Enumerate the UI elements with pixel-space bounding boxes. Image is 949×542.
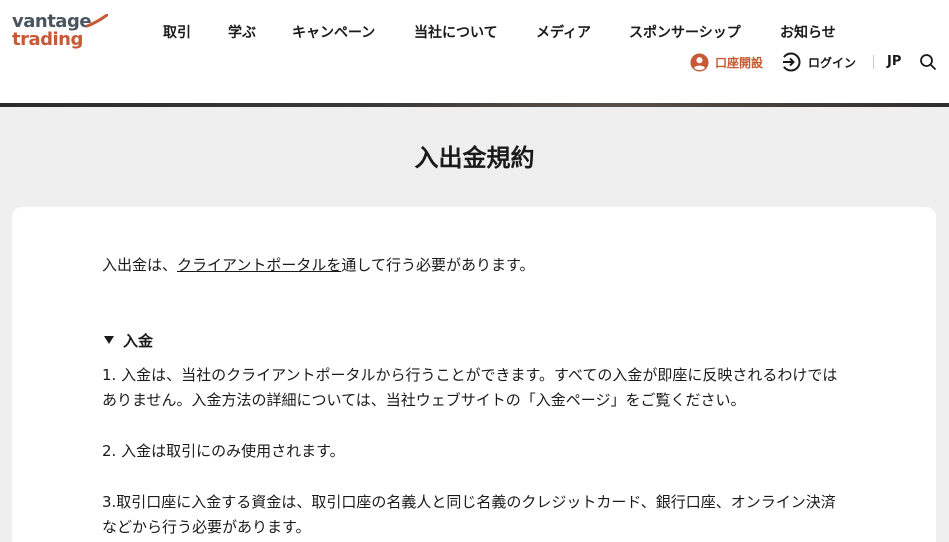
header-banner-strip	[0, 103, 949, 107]
page-title: 入出金規約	[414, 144, 535, 172]
login-label: ログイン	[808, 55, 857, 70]
search-icon[interactable]	[919, 53, 937, 71]
nav-item-news[interactable]: お知らせ	[780, 22, 850, 44]
nav-item-trading[interactable]: 取引	[163, 22, 228, 44]
login-button[interactable]: ログイン	[781, 52, 856, 72]
intro-text: 入出金は、クライアントポータルを通して行う必要があります。	[102, 253, 534, 277]
main-nav: 取引 学ぶ キャンペーン 当社について メディア スポンサーシップ お知らせ	[163, 22, 850, 44]
triangle-down-icon	[104, 336, 114, 344]
logo-swoosh-icon	[86, 14, 108, 28]
deposit-paragraph-3: 3.取引口座に入金する資金は、取引口座の名義人と同じ名義のクレジットカード、銀行…	[102, 493, 836, 536]
header-divider	[873, 55, 874, 69]
nav-item-media[interactable]: メディア	[536, 22, 629, 44]
deposit-section-label: 入金	[123, 331, 154, 350]
client-portal-link[interactable]: クライアントポータルを	[177, 256, 341, 274]
open-account-label: 口座開設	[715, 55, 764, 70]
nav-item-campaign[interactable]: キャンペーン	[292, 22, 414, 44]
language-selector[interactable]: JP	[887, 52, 901, 72]
nav-item-learn[interactable]: 学ぶ	[228, 22, 292, 44]
intro-before: 入出金は、	[102, 256, 178, 274]
login-arrow-icon	[783, 52, 801, 72]
site-header: vantage trading 取引 学ぶ キャンペーン 当社について メディア…	[0, 0, 949, 103]
nav-item-sponsorship[interactable]: スポンサーシップ	[629, 22, 780, 44]
intro-after: 通して行う必要があります。	[341, 256, 535, 274]
user-circle-icon	[690, 52, 709, 72]
logo-word-bottom: trading	[12, 29, 83, 50]
deposit-paragraph-1: 1. 入金は、当社のクライアントポータルから行うことができます。すべての入金が即…	[102, 366, 838, 409]
vantage-logo[interactable]: vantage trading	[12, 12, 108, 52]
nav-item-about[interactable]: 当社について	[414, 22, 536, 44]
deposit-section-toggle[interactable]: 入金	[103, 328, 153, 352]
open-account-button[interactable]: 口座開設	[690, 52, 763, 72]
deposit-paragraph-2: 2. 入金は取引にのみ使用されます。	[102, 442, 345, 460]
